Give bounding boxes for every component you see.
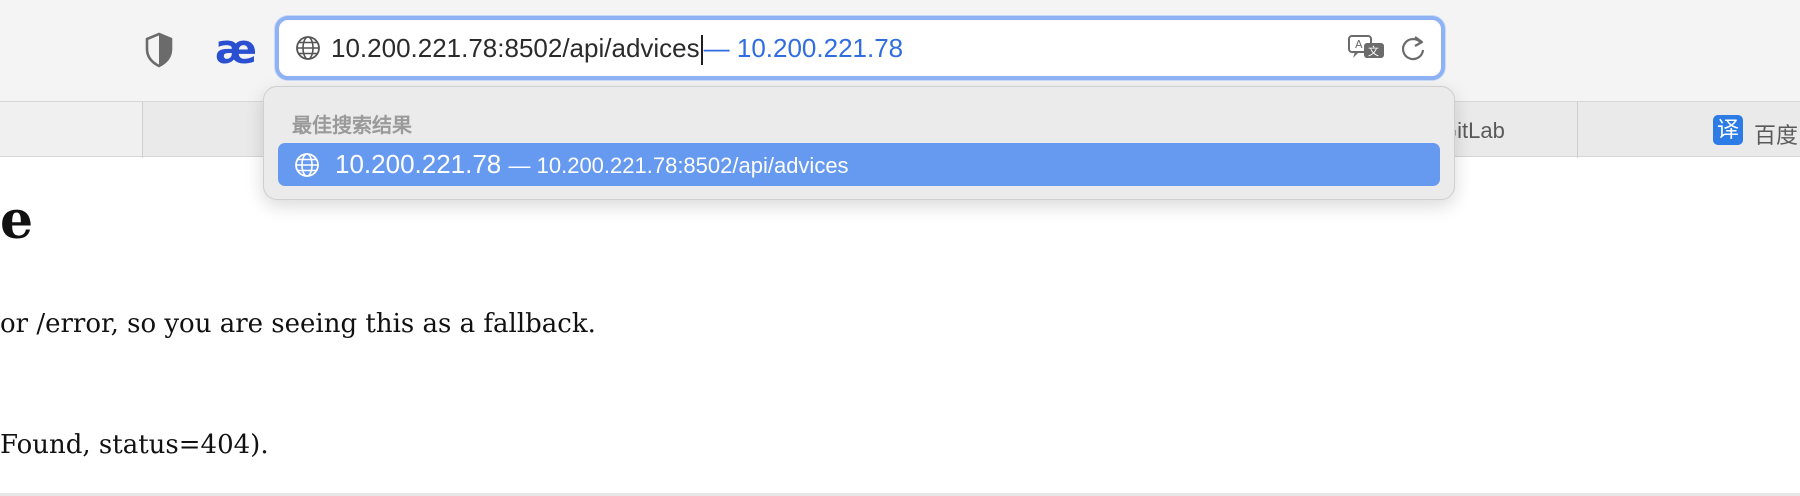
error-status-line: Found, status=404).: [0, 430, 269, 460]
suggestion-title: 10.200.221.78: [335, 149, 502, 179]
globe-icon: [294, 152, 320, 178]
tab-separator: [142, 102, 143, 158]
svg-text:文: 文: [1368, 44, 1379, 58]
tab-baidu[interactable]: 百度: [1754, 118, 1798, 150]
baidu-translate-icon: 译: [1713, 115, 1743, 145]
browser-window: e or /error, so you are seeing this as a…: [0, 0, 1800, 496]
ae-extension-icon[interactable]: æ: [208, 26, 264, 74]
section-header: 最佳搜索结果: [292, 115, 412, 137]
globe-icon: [295, 35, 321, 61]
url-input[interactable]: 10.200.221.78:8502/api/advices — 10.200.2…: [331, 30, 903, 66]
url-typed-text: 10.200.221.78:8502/api/advices: [331, 33, 700, 63]
text-caret: [700, 35, 703, 66]
svg-text:A: A: [1355, 38, 1363, 51]
error-message-line: or /error, so you are seeing this as a f…: [0, 309, 596, 339]
page-heading: e: [0, 190, 34, 251]
top-hit-suggestion[interactable]: 10.200.221.78 — 10.200.221.78:8502/api/a…: [278, 143, 1440, 186]
tab-separator: [1577, 102, 1578, 158]
address-bar[interactable]: 10.200.221.78:8502/api/advices — 10.200.2…: [275, 16, 1445, 80]
translate-icon[interactable]: A 文: [1347, 33, 1387, 63]
tab-previous[interactable]: [0, 102, 142, 156]
url-suggestions-dropdown: 最佳搜索结果 10.200.221.78 — 10.200.221.78:850…: [263, 86, 1455, 200]
url-autocomplete-hint: — 10.200.221.78: [703, 33, 904, 63]
reload-icon[interactable]: [1399, 33, 1427, 63]
suggestion-subtitle: — 10.200.221.78:8502/api/advices: [508, 153, 849, 178]
privacy-shield-icon[interactable]: [141, 30, 177, 70]
